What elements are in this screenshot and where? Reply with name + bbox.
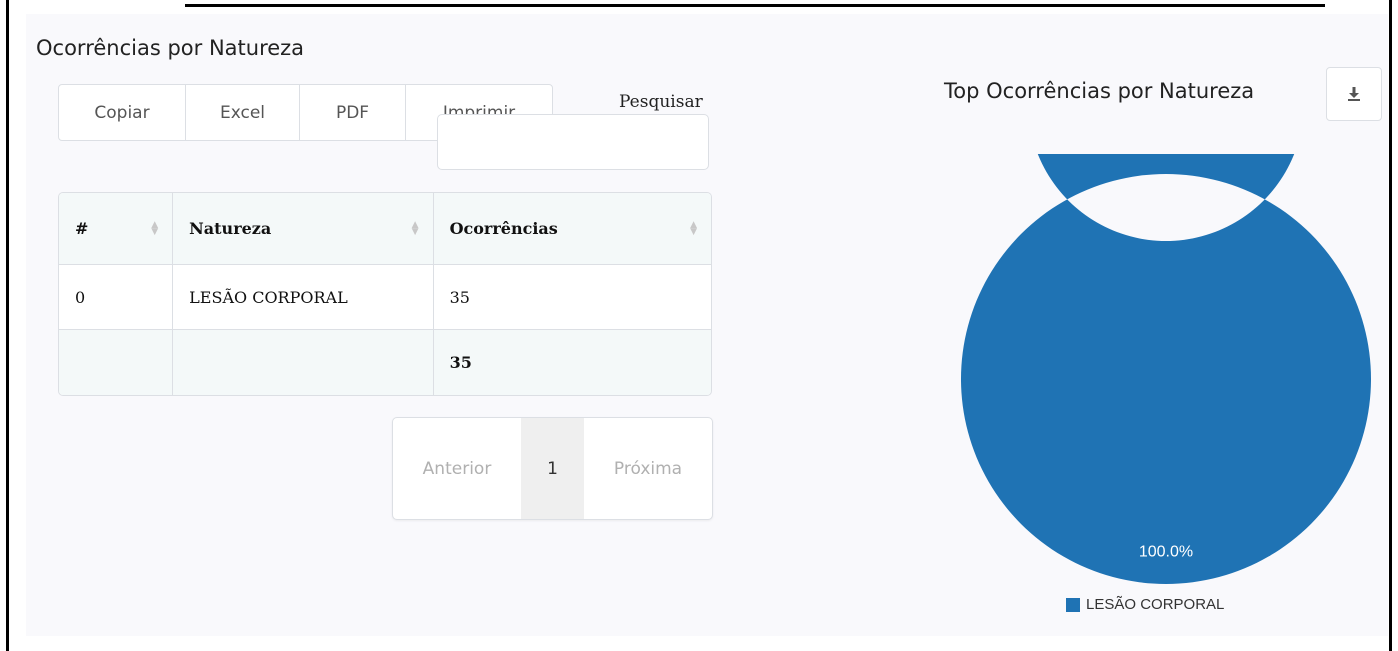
table-footer-cell: [173, 330, 434, 395]
search-input[interactable]: [437, 114, 709, 170]
column-header-label: Natureza: [189, 219, 272, 238]
pagination-page-button[interactable]: 1: [521, 418, 584, 519]
sort-icon: ▲ ▼: [690, 219, 697, 237]
table-footer-cell: [59, 330, 174, 395]
download-chart-button[interactable]: [1326, 67, 1382, 121]
chart-legend: LESÃO CORPORAL: [1066, 596, 1224, 613]
excel-button[interactable]: Excel: [186, 85, 300, 140]
chart-title: Top Ocorrências por Natureza: [944, 79, 1255, 103]
section-title: Ocorrências por Natureza: [36, 36, 305, 60]
table-header-row: # ▲ ▼ Natureza ▲ ▼ Ocorrências ▲ ▼: [59, 193, 711, 265]
pagination-next-button[interactable]: Próxima: [584, 418, 712, 519]
natureza-table: # ▲ ▼ Natureza ▲ ▼ Ocorrências ▲ ▼ 0 LESÃO …: [58, 192, 712, 396]
legend-swatch: [1066, 597, 1080, 612]
table-cell-index: 0: [59, 265, 174, 330]
donut-chart: 100.0%: [960, 154, 1371, 584]
search-label: Pesquisar: [619, 92, 703, 112]
pagination-previous-button[interactable]: Anterior: [393, 418, 521, 519]
column-header-ocorrencias[interactable]: Ocorrências ▲ ▼: [433, 193, 711, 265]
natureza-panel: Ocorrências por Natureza Copiar Excel PD…: [26, 14, 1388, 636]
pagination: Anterior 1 Próxima: [392, 417, 713, 520]
column-header-label: #: [75, 219, 89, 238]
donut-slice[interactable]: [960, 154, 1371, 584]
table-cell-ocorrencias: 35: [433, 265, 711, 330]
copy-button[interactable]: Copiar: [59, 85, 186, 140]
pdf-button[interactable]: PDF: [300, 85, 406, 140]
sort-icon: ▲ ▼: [411, 219, 419, 237]
frame-left-border: [6, 0, 9, 651]
column-header-natureza[interactable]: Natureza ▲ ▼: [173, 193, 434, 265]
table-row: 0 LESÃO CORPORAL 35: [59, 265, 711, 330]
sort-icon: ▲ ▼: [151, 219, 159, 237]
table-cell-natureza: LESÃO CORPORAL: [173, 265, 434, 330]
frame-right-border: [1389, 0, 1392, 651]
column-header-label: Ocorrências: [449, 219, 558, 238]
legend-label[interactable]: LESÃO CORPORAL: [1086, 596, 1224, 613]
table-footer-row: 35: [59, 330, 711, 395]
frame-top-line: [185, 4, 1325, 7]
table-footer-total: 35: [433, 330, 711, 395]
donut-data-label: 100.0%: [1139, 544, 1193, 561]
column-header-index[interactable]: # ▲ ▼: [59, 193, 174, 265]
download-icon: [1348, 87, 1360, 101]
